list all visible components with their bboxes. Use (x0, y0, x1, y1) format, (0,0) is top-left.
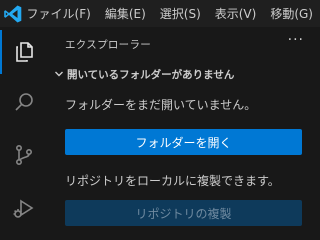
files-icon (12, 40, 36, 64)
clone-repository-button[interactable]: リポジトリの複製 (65, 200, 302, 226)
search-icon (12, 91, 36, 115)
source-control-icon (12, 143, 36, 167)
menu-file[interactable]: ファイル(F) (27, 0, 98, 27)
no-folder-message: フォルダーをまだ開いていません。 (65, 98, 257, 112)
section-title: 開いているフォルダーがありません (67, 68, 235, 81)
activity-bar (0, 27, 47, 240)
activity-run-debug[interactable] (0, 187, 47, 231)
title-bar: ファイル(F) 編集(E) 選択(S) 表示(V) 移動(G) (0, 0, 320, 27)
menu-go[interactable]: 移動(G) (263, 0, 320, 27)
no-folder-section-header[interactable]: 開いているフォルダーがありません (47, 64, 320, 84)
open-folder-button[interactable]: フォルダーを開く (65, 129, 302, 155)
more-actions-icon[interactable]: ··· (288, 32, 304, 48)
activity-source-control[interactable] (0, 133, 47, 177)
run-debug-icon (12, 197, 36, 221)
clone-message: リポジトリをローカルに複製できます。 (65, 174, 280, 188)
vscode-logo-icon (0, 0, 27, 27)
explorer-sidebar: エクスプローラー ··· 開いているフォルダーがありません フォルダーをまだ開い… (47, 27, 320, 240)
chevron-down-icon (53, 68, 65, 80)
menu-selection[interactable]: 選択(S) (153, 0, 208, 27)
menu-edit[interactable]: 編集(E) (98, 0, 153, 27)
activity-explorer[interactable] (0, 30, 47, 74)
activity-search[interactable] (0, 81, 47, 125)
menu-view[interactable]: 表示(V) (208, 0, 264, 27)
menu-bar: ファイル(F) 編集(E) 選択(S) 表示(V) 移動(G) (27, 0, 320, 27)
sidebar-title: エクスプローラー (65, 39, 152, 51)
